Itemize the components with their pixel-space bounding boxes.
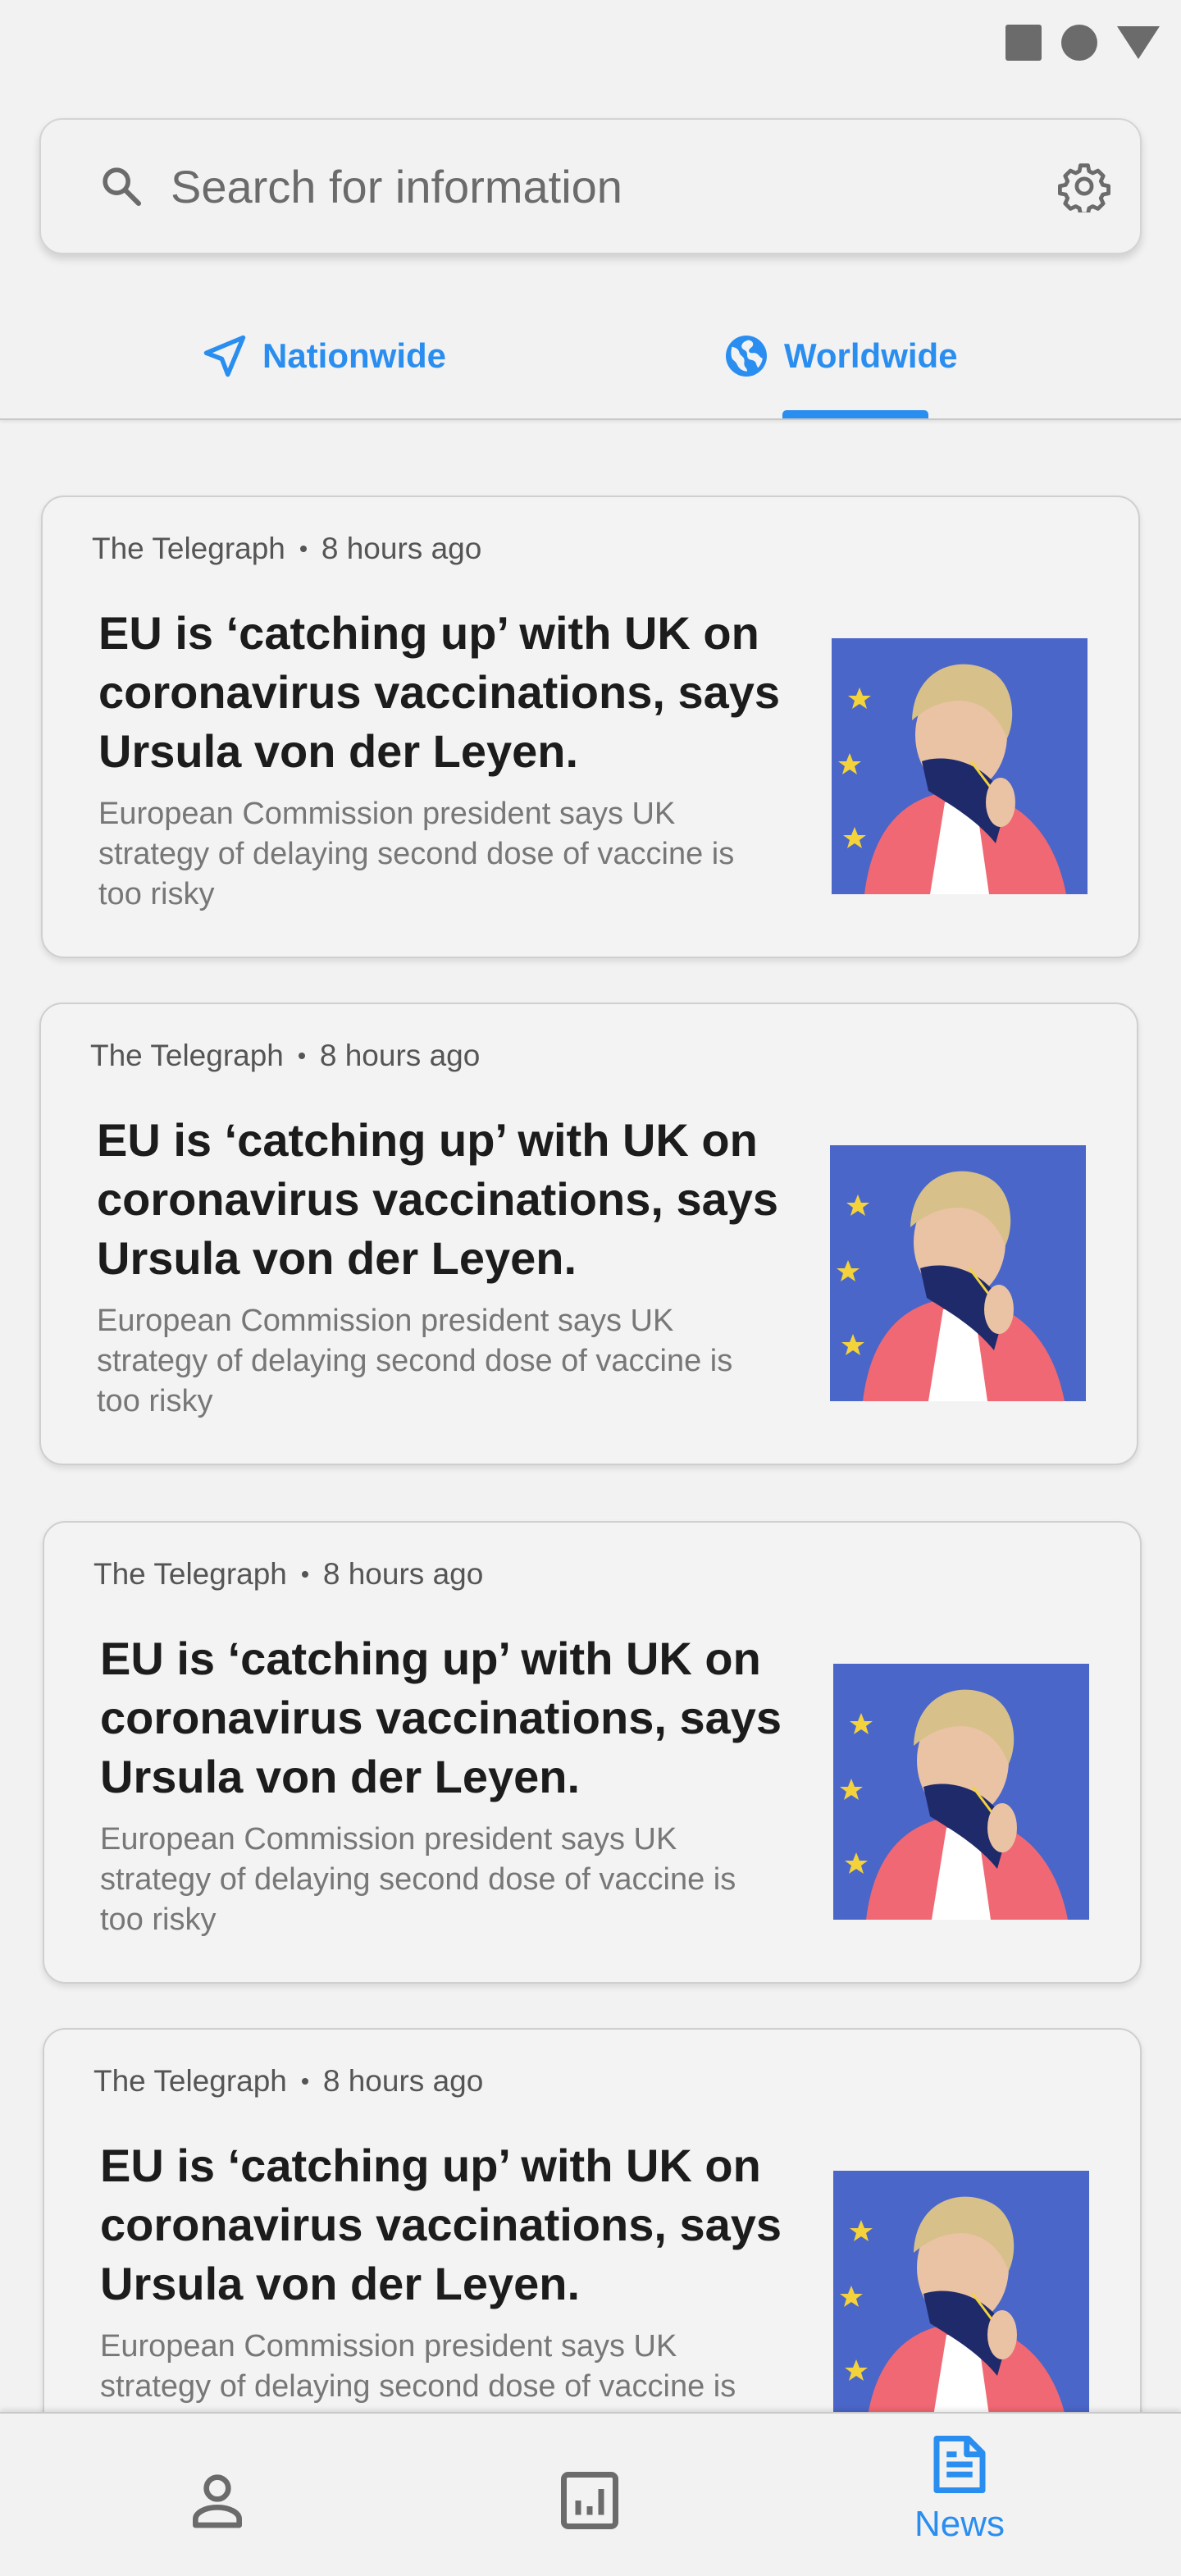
app-root: Search for information Nationwide Worldw… [0,0,1181,2576]
news-card[interactable]: The Telegraph 8 hours ago EU is ‘catchin… [43,2028,1142,2412]
nav-news[interactable]: News [902,2414,1017,2576]
search-icon [103,167,142,207]
separator-dot [301,2078,308,2085]
article-title: EU is ‘catching up’ with UK on coronavir… [100,2140,782,2309]
article-title: EU is ‘catching up’ with UK on coronavir… [98,607,781,777]
nav-news-label: News [914,2504,1005,2544]
separator-dot [299,546,307,552]
search-input[interactable]: Search for information [171,160,622,213]
tab-worldwide[interactable]: Worldwide [722,312,958,418]
article-description: European Commission president says UK st… [100,1822,736,1937]
separator-dot [298,1053,305,1059]
bar-chart-icon [561,2472,618,2529]
article-source: The Telegraph [92,532,285,565]
person-icon [193,2474,242,2528]
article-meta: The Telegraph 8 hours ago [90,1039,480,1073]
article-time: 8 hours ago [319,1039,481,1072]
separator-dot [301,1571,308,1578]
article-thumbnail [833,2171,1089,2412]
article-meta: The Telegraph 8 hours ago [92,532,481,566]
news-article-icon [933,2436,986,2493]
tab-label: Nationwide [262,336,447,375]
article-title: EU is ‘catching up’ with UK on coronavir… [97,1114,779,1284]
article-time: 8 hours ago [322,1557,484,1591]
article-thumbnail [832,638,1088,894]
status-bar [1005,25,1160,61]
article-thumbnail [830,1145,1086,1401]
article-description: European Commission president says UK st… [97,1304,733,1418]
article-time: 8 hours ago [322,2064,484,2098]
tab-label: Worldwide [784,336,958,375]
globe-icon [726,336,767,377]
article-thumbnail [833,1664,1089,1920]
bottom-navigation: News [0,2412,1181,2576]
navigation-arrow-icon [203,335,246,377]
tab-nationwide[interactable]: Nationwide [200,312,446,418]
article-title: EU is ‘catching up’ with UK on coronavir… [100,1633,782,1802]
article-source: The Telegraph [93,2064,287,2098]
selected-tab-indicator [782,410,928,418]
square-icon [1005,25,1042,61]
news-card[interactable]: The Telegraph 8 hours ago EU is ‘catchin… [41,496,1140,958]
article-meta: The Telegraph 8 hours ago [93,1557,483,1592]
gear-icon[interactable] [1058,160,1110,212]
tab-bar: Nationwide Worldwide [0,312,1181,418]
nav-statistics[interactable] [545,2414,635,2576]
article-description: European Commission president says UK st… [100,2329,736,2412]
article-description: European Commission president says UK st… [98,797,735,911]
circle-icon [1061,25,1097,61]
header: Search for information Nationwide Worldw… [0,0,1181,420]
search-bar[interactable]: Search for information [39,118,1142,254]
news-card[interactable]: The Telegraph 8 hours ago EU is ‘catchin… [43,1521,1142,1984]
article-meta: The Telegraph 8 hours ago [93,2064,483,2099]
article-time: 8 hours ago [321,532,482,565]
news-card[interactable]: The Telegraph 8 hours ago EU is ‘catchin… [39,1003,1138,1465]
nav-profile[interactable] [172,2414,262,2576]
triangle-icon [1117,26,1160,59]
news-feed[interactable]: The Telegraph 8 hours ago EU is ‘catchin… [0,420,1181,2412]
article-source: The Telegraph [93,1557,287,1591]
article-source: The Telegraph [90,1039,284,1072]
